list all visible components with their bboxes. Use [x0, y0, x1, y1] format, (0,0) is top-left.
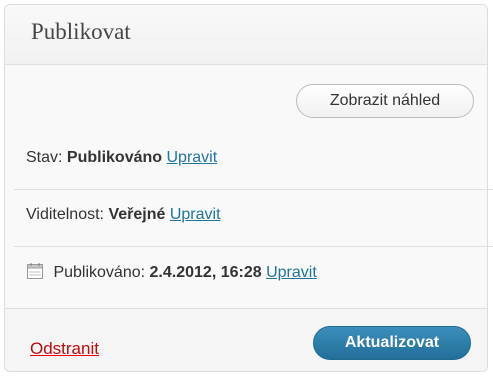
publish-box-header: Publikovat: [5, 5, 487, 65]
status-row: Stav: Publikováno Upravit: [26, 149, 217, 167]
published-date-value: 2.4.2012, 16:28: [149, 264, 262, 281]
edit-status-link[interactable]: Upravit: [167, 149, 218, 166]
edit-published-date-link[interactable]: Upravit: [266, 264, 317, 281]
footer-divider: [4, 308, 488, 309]
edit-visibility-link[interactable]: Upravit: [170, 206, 221, 223]
published-date-label: Publikováno:: [53, 264, 146, 281]
visibility-row: Viditelnost: Veřejné Upravit: [26, 206, 221, 224]
delete-link[interactable]: Odstranit: [30, 339, 99, 359]
update-button[interactable]: Aktualizovat: [313, 326, 471, 360]
publish-box-title: Publikovat: [31, 19, 131, 44]
status-value: Publikováno: [66, 149, 163, 166]
status-label: Stav:: [26, 149, 63, 166]
visibility-label: Viditelnost:: [26, 206, 104, 223]
divider: [14, 189, 493, 190]
publish-box: Publikovat: [4, 4, 488, 372]
divider: [14, 246, 493, 247]
published-date-row: Publikováno: 2.4.2012, 16:28 Upravit: [26, 262, 317, 285]
visibility-value: Veřejné: [108, 206, 166, 223]
preview-button[interactable]: Zobrazit náhled: [296, 84, 474, 118]
calendar-icon: [26, 262, 44, 285]
